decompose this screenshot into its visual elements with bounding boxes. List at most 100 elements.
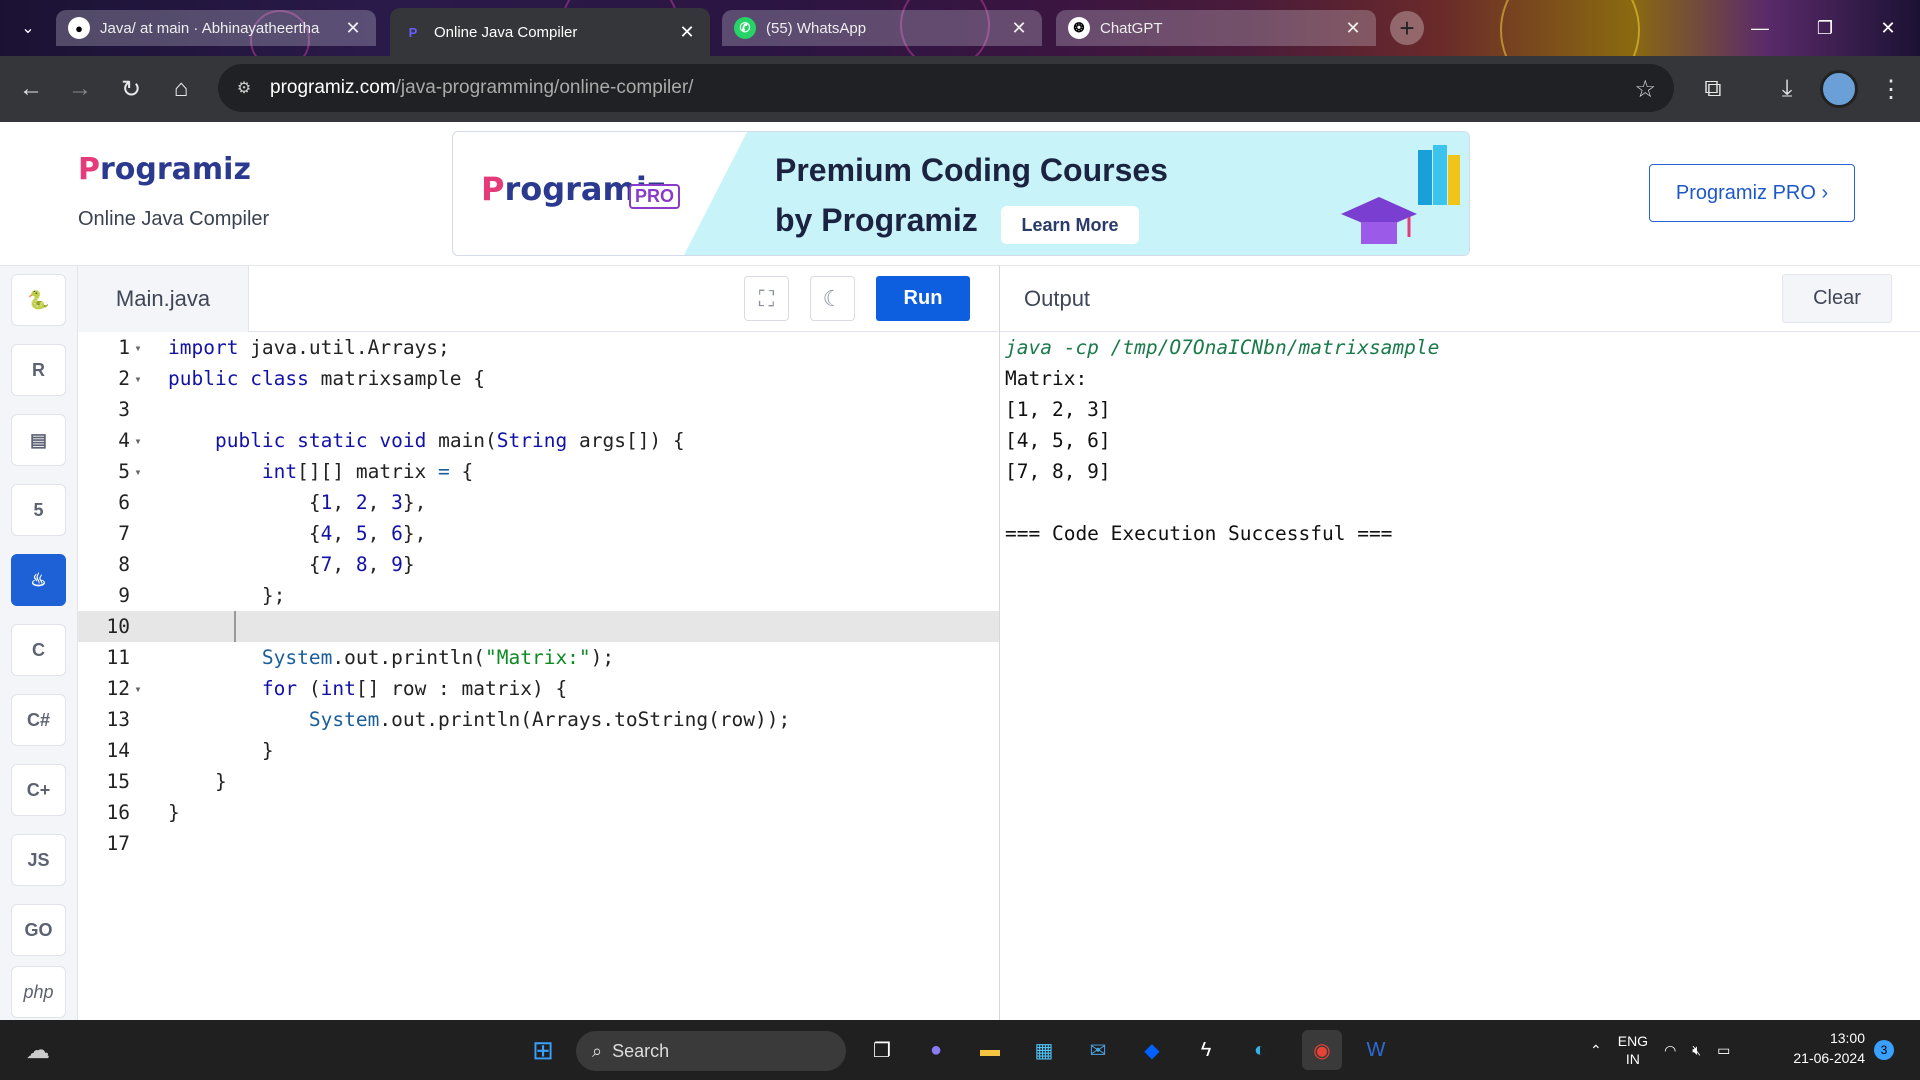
url-text[interactable]: programiz.com/java-programming/online-co… bbox=[270, 77, 693, 99]
fullscreen-icon[interactable]: ⛶ bbox=[744, 276, 789, 321]
notification-badge[interactable]: 3 bbox=[1874, 1040, 1894, 1060]
code-line[interactable]: 9 }; bbox=[78, 580, 999, 611]
teams-chat-icon[interactable]: ● bbox=[916, 1030, 956, 1070]
extensions-icon[interactable]: ⧉ bbox=[1694, 70, 1732, 108]
lang-csharp[interactable]: C# bbox=[11, 694, 66, 746]
tab-whatsapp[interactable]: ✆ (55) WhatsApp ✕ bbox=[722, 10, 1042, 46]
close-icon[interactable]: ✕ bbox=[676, 22, 698, 43]
fold-arrow-icon[interactable]: ▾ bbox=[130, 341, 146, 355]
chevron-up-icon[interactable]: ⌃ bbox=[1590, 1042, 1602, 1059]
new-tab-button[interactable]: + bbox=[1390, 11, 1424, 45]
code-line[interactable]: 4 ▾ public static void main(String args[]… bbox=[78, 425, 999, 456]
home-button[interactable]: ⌂ bbox=[162, 70, 200, 108]
code-text: } bbox=[168, 770, 227, 793]
books-icon bbox=[1418, 145, 1460, 205]
code-line[interactable]: 16} bbox=[78, 797, 999, 828]
chrome-icon[interactable]: ◉ bbox=[1302, 1030, 1342, 1070]
fold-arrow-icon[interactable]: ▾ bbox=[130, 682, 146, 696]
battery-icon[interactable]: ▭ bbox=[1717, 1042, 1730, 1059]
forward-button[interactable]: → bbox=[61, 70, 99, 108]
microsoft-store-icon[interactable]: ▦ bbox=[1024, 1030, 1064, 1070]
code-editor[interactable]: 1 ▾ import java.util.Arrays; 2 ▾ public class… bbox=[78, 332, 999, 1020]
app-bolt-icon[interactable]: ϟ bbox=[1186, 1030, 1226, 1070]
promo-banner[interactable]: Programiz PRO Premium Coding Courses by … bbox=[452, 131, 1470, 256]
file-explorer-icon[interactable]: ▬ bbox=[970, 1030, 1010, 1070]
reload-button[interactable]: ↻ bbox=[112, 70, 150, 108]
fold-arrow-icon[interactable]: ▾ bbox=[130, 465, 146, 479]
fold-arrow-icon[interactable]: ▾ bbox=[130, 434, 146, 448]
run-button[interactable]: Run bbox=[876, 276, 970, 321]
dropbox-icon[interactable]: ◆ bbox=[1132, 1030, 1172, 1070]
file-tab-main-java[interactable]: Main.java bbox=[78, 266, 249, 332]
line-number: 15 bbox=[106, 770, 130, 793]
task-view-icon[interactable]: ❐ bbox=[862, 1030, 902, 1070]
address-bar[interactable]: ⚙ programiz.com/java-programming/online-… bbox=[218, 64, 1674, 112]
programiz-pro-button[interactable]: Programiz PRO › bbox=[1649, 164, 1855, 222]
close-icon[interactable]: ✕ bbox=[342, 18, 364, 39]
text-cursor bbox=[234, 611, 236, 642]
code-line[interactable]: 5 ▾ int[][] matrix = { bbox=[78, 456, 999, 487]
download-icon[interactable]: ⤓ bbox=[1768, 70, 1806, 108]
volume-muted-icon[interactable]: 🔇︎ bbox=[1692, 1042, 1701, 1059]
tab-label: (55) WhatsApp bbox=[766, 19, 867, 37]
dark-mode-moon-icon[interactable]: ☾ bbox=[810, 276, 855, 321]
close-window-button[interactable]: ✕ bbox=[1858, 8, 1918, 48]
mail-icon[interactable]: ✉ bbox=[1078, 1030, 1118, 1070]
close-icon[interactable]: ✕ bbox=[1342, 18, 1364, 39]
php-icon: php bbox=[23, 981, 54, 1002]
code-line[interactable]: 6 {1, 2, 3}, bbox=[78, 487, 999, 518]
line-number: 2 bbox=[118, 367, 130, 390]
lang-c[interactable]: C bbox=[11, 624, 66, 676]
fold-arrow-icon[interactable]: ▾ bbox=[130, 372, 146, 386]
lang-javascript[interactable]: JS bbox=[11, 834, 66, 886]
lang-python[interactable]: 🐍 bbox=[11, 274, 66, 326]
bookmark-star-icon[interactable]: ☆ bbox=[1634, 75, 1656, 104]
url-path: /java-programming/online-compiler/ bbox=[395, 77, 694, 98]
back-button[interactable]: ← bbox=[12, 70, 50, 108]
lang-java[interactable]: ♨ bbox=[11, 554, 66, 606]
page-header: Programiz Online Java Compiler Programiz… bbox=[0, 122, 1920, 266]
pane-divider[interactable] bbox=[999, 266, 1000, 1020]
code-text: public class matrixsample { bbox=[168, 367, 486, 390]
word-icon[interactable]: W bbox=[1356, 1030, 1396, 1070]
code-line[interactable]: 1 ▾ import java.util.Arrays; bbox=[78, 332, 999, 363]
learn-more-button[interactable]: Learn More bbox=[1001, 206, 1139, 244]
clear-button[interactable]: Clear bbox=[1782, 274, 1892, 323]
code-line[interactable]: 13 System.out.println(Arrays.toString(ro… bbox=[78, 704, 999, 735]
minimize-button[interactable]: — bbox=[1730, 8, 1790, 48]
code-line[interactable]: 12 ▾ for (int[] row : matrix) { bbox=[78, 673, 999, 704]
clock[interactable]: 13:00 21-06-2024 bbox=[1785, 1028, 1865, 1068]
tab-search-button[interactable]: ⌄ bbox=[14, 14, 42, 42]
code-line[interactable]: 10 bbox=[78, 611, 999, 642]
code-line[interactable]: 15 } bbox=[78, 766, 999, 797]
edge-icon[interactable]: ◐ bbox=[1240, 1030, 1280, 1070]
wifi-icon[interactable]: ◠ bbox=[1664, 1042, 1676, 1059]
close-icon[interactable]: ✕ bbox=[1008, 18, 1030, 39]
programiz-logo[interactable]: Programiz bbox=[78, 152, 251, 187]
restore-button[interactable]: ❐ bbox=[1795, 8, 1855, 48]
profile-avatar[interactable] bbox=[1820, 70, 1858, 108]
code-line[interactable]: 2 ▾ public class matrixsample { bbox=[78, 363, 999, 394]
lang-html[interactable]: 5 bbox=[11, 484, 66, 536]
weather-icon[interactable]: ☁ bbox=[18, 1030, 58, 1070]
code-line[interactable]: 7 {4, 5, 6}, bbox=[78, 518, 999, 549]
code-line[interactable]: 8 {7, 8, 9} bbox=[78, 549, 999, 580]
code-line[interactable]: 3 bbox=[78, 394, 999, 425]
code-line[interactable]: 11 System.out.println("Matrix:"); bbox=[78, 642, 999, 673]
menu-kebab-icon[interactable]: ⋮ bbox=[1872, 70, 1910, 108]
code-line[interactable]: 14 } bbox=[78, 735, 999, 766]
lang-php[interactable]: php bbox=[11, 966, 66, 1018]
lang-sql[interactable]: ▤ bbox=[11, 414, 66, 466]
lang-go[interactable]: GO bbox=[11, 904, 66, 956]
start-windows-icon[interactable]: ⊞ bbox=[523, 1030, 563, 1070]
code-line[interactable]: 17 bbox=[78, 828, 999, 859]
tab-chatgpt[interactable]: ❂ ChatGPT ✕ bbox=[1056, 10, 1376, 46]
lang-cpp[interactable]: C+ bbox=[11, 764, 66, 816]
lang-r[interactable]: R bbox=[11, 344, 66, 396]
tab-online-java-compiler[interactable]: P Online Java Compiler ✕ bbox=[390, 8, 710, 56]
language-indicator[interactable]: ENG IN bbox=[1618, 1032, 1648, 1068]
site-info-icon[interactable]: ⚙ bbox=[232, 76, 256, 100]
tab-github[interactable]: ● Java/ at main · Abhinayatheertha ✕ bbox=[56, 10, 376, 46]
taskbar-search[interactable]: ⌕ Search bbox=[576, 1031, 846, 1071]
system-tray: ⌃ ENG IN ◠ 🔇︎ ▭ bbox=[1590, 1028, 1730, 1072]
